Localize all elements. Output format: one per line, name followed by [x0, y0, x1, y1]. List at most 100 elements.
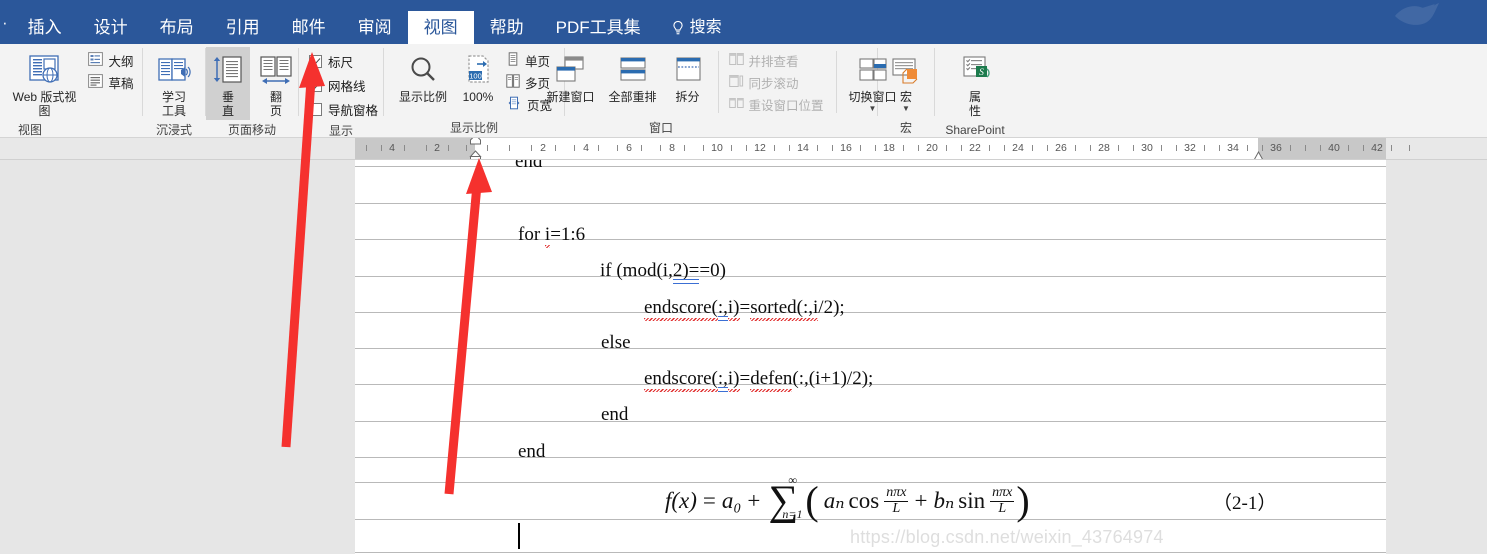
spellcheck-underline: defen [750, 368, 793, 392]
zoom-100-button[interactable]: 100 100% [454, 47, 502, 106]
outline-view-button[interactable]: 大纲 [84, 49, 137, 71]
tab-mailings[interactable]: 邮件 [276, 11, 342, 44]
view-side-by-side-icon [728, 52, 744, 69]
tab-pdf-tools[interactable]: PDF工具集 [540, 11, 657, 44]
draft-view-icon [88, 73, 104, 91]
gridline [355, 166, 1386, 167]
draft-view-button[interactable]: 草稿 [84, 71, 137, 93]
equation-lhs: f(x) [665, 488, 697, 513]
ribbon-group-immersive: 学习 工具 沉浸式 [143, 44, 205, 138]
checkbox-navigation-pane[interactable]: 导航窗格 [309, 97, 378, 121]
equation-plus: + [747, 488, 761, 513]
document-line-end-inner: end [601, 404, 629, 425]
zoom-100-label: 100% [462, 90, 494, 104]
outline-view-label: 大纲 [108, 54, 134, 69]
draft-view-label: 草稿 [108, 76, 134, 91]
right-indent-marker[interactable] [1252, 149, 1263, 159]
side-to-side-button[interactable]: 翻 页 [254, 47, 298, 120]
view-side-by-side-button[interactable]: 并排查看 [725, 49, 828, 71]
chevron-down-icon[interactable]: ▼ [869, 105, 877, 113]
synchronous-scrolling-button[interactable]: 同步滚动 [725, 71, 828, 93]
side-to-side-label-2: 页 [269, 104, 282, 118]
ruler-num-14: 14 [797, 142, 809, 154]
ruler-num-20: 20 [926, 142, 938, 154]
learning-tools-label-2: 工具 [161, 104, 186, 118]
tab-design[interactable]: 设计 [78, 11, 144, 44]
search-label: 搜索 [689, 19, 722, 36]
zoom-button[interactable]: 显示比例 [392, 47, 454, 106]
ruler-num-8: 8 [669, 142, 675, 154]
arrange-all-button[interactable]: 全部重排 [602, 47, 664, 106]
equation-an: aₙ [823, 488, 845, 513]
ruler-num-12: 12 [754, 142, 766, 154]
text-cursor [518, 523, 520, 549]
tab-layout[interactable]: 布局 [144, 11, 210, 44]
macros-button[interactable]: 宏 ▼ [882, 47, 930, 115]
document-area[interactable]: end for i=1:6 if (mod(i,2)==0) endscore(… [0, 160, 1487, 554]
checkbox-gridlines-label: 网格线 [328, 79, 366, 94]
hanging-indent-marker[interactable] [469, 150, 482, 159]
tab-review[interactable]: 审阅 [342, 11, 408, 44]
gridline [355, 276, 1386, 277]
side-to-side-label-1: 翻 [269, 90, 282, 104]
checkbox-ruler[interactable]: 标尺 [309, 49, 353, 73]
equation-fraction-1: nπx L [884, 484, 909, 516]
tab-references[interactable]: 引用 [210, 11, 276, 44]
lightbulb-icon [671, 20, 685, 36]
ruler-num-28: 28 [1098, 142, 1110, 154]
web-layout-view-button[interactable]: Web 版式视图 [4, 47, 84, 120]
document-line-end-outer: end [518, 441, 546, 462]
checkbox-gridlines-box[interactable] [309, 78, 322, 92]
document-line-assign-2: endscore(:,i)=defen(:,(i+1)/2); [644, 368, 874, 392]
ribbon: Web 版式视图 大纲 草稿 视图 学习 工具 沉浸式 垂 直 翻 页 页面移动… [0, 44, 1487, 138]
split-button[interactable]: 拆分 [664, 47, 712, 106]
tab-insert[interactable]: 插入 [12, 11, 78, 44]
tab-help[interactable]: 帮助 [474, 11, 540, 44]
gridline [355, 203, 1386, 204]
learning-tools-label-1: 学习 [161, 90, 186, 104]
reset-window-position-button[interactable]: 重设窗口位置 [725, 93, 828, 115]
properties-button[interactable]: S 属 性 [949, 47, 1001, 120]
equation-sum-lower: n=1 [782, 506, 803, 521]
split-label: 拆分 [675, 90, 700, 104]
tab-overflow-glyph: · [2, 13, 8, 32]
document-line-assign-1: endscore(:,i)=sorted(:,i/2); [644, 297, 845, 321]
grammar-underline: :, [717, 368, 728, 392]
horizontal-ruler[interactable]: 4 2 2 4 6 8 10 12 14 16 18 20 22 24 26 2… [0, 138, 1487, 160]
new-window-button[interactable]: 新建窗口 [540, 47, 602, 106]
ruler-num-16: 16 [840, 142, 852, 154]
ruler-num-40: 40 [1328, 142, 1340, 154]
svg-text:100: 100 [469, 72, 482, 81]
ribbon-group-page-movement-label: 页面移动 [227, 123, 276, 137]
equation-a0: a₀ [721, 488, 742, 513]
window-small-buttons: 并排查看 同步滚动 重设窗口位置 [725, 47, 828, 115]
document-page[interactable]: end for i=1:6 if (mod(i,2)==0) endscore(… [355, 160, 1386, 554]
checkbox-navigation-pane-box[interactable] [309, 102, 322, 116]
ruler-left-margin-zone [355, 138, 475, 159]
learning-tools-button[interactable]: 学习 工具 [147, 47, 201, 120]
search-box[interactable]: 搜索 [657, 11, 722, 44]
vertical-scroll-button[interactable]: 垂 直 [206, 47, 250, 120]
tab-view[interactable]: 视图 [407, 11, 474, 44]
equation-cos: cos [848, 488, 880, 513]
document-line-else: else [601, 332, 631, 353]
ruler-track[interactable]: 4 2 2 4 6 8 10 12 14 16 18 20 22 24 26 2… [0, 138, 1487, 159]
ruler-num-left-2: 2 [434, 142, 440, 154]
view-small-buttons: 大纲 草稿 [84, 47, 137, 93]
equation-eq: = [702, 488, 716, 513]
view-side-by-side-label: 并排查看 [748, 54, 799, 69]
checkbox-gridlines[interactable]: 网格线 [309, 73, 366, 97]
ribbon-tab-bar: · 插入 设计 布局 引用 邮件 审阅 视图 帮助 PDF工具集 搜索 [0, 0, 1487, 44]
properties-icon: S [956, 50, 994, 90]
equation-frac1-num: nπx [884, 484, 909, 502]
chevron-down-icon-macros[interactable]: ▼ [902, 105, 910, 113]
document-line-if: if (mod(i,2)==0) [600, 260, 726, 284]
zoom-label: 显示比例 [398, 90, 447, 104]
zoom-100-icon: 100 [461, 50, 495, 90]
reset-window-position-label: 重设窗口位置 [748, 98, 824, 113]
ribbon-group-window: 新建窗口 全部重排 拆分 并排查看 同步滚动 重设窗口位置 切换窗口 ▼ 窗口 [546, 44, 897, 138]
gridline [355, 552, 1386, 553]
checkbox-ruler-box[interactable] [309, 54, 322, 68]
window-inner-divider-2 [835, 51, 837, 113]
first-line-indent-marker[interactable] [469, 138, 481, 145]
